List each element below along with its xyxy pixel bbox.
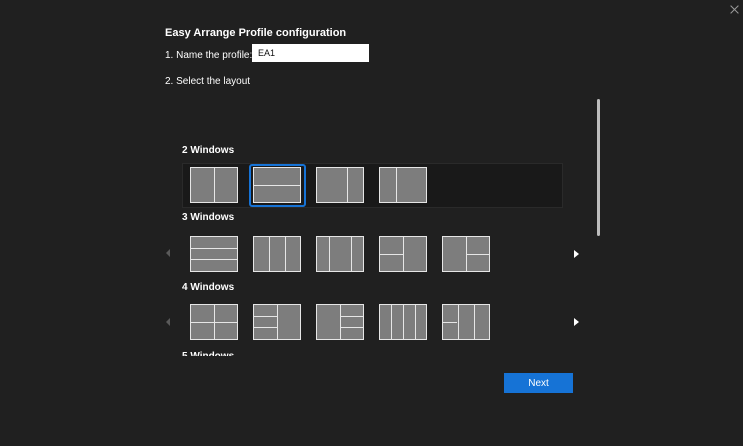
layout-3-rows[interactable] bbox=[190, 236, 238, 272]
group-label-5-windows: 5 Windows bbox=[182, 349, 234, 356]
layout-narrow-left-wide-right[interactable] bbox=[379, 167, 427, 203]
step2-label: 2. Select the layout bbox=[165, 76, 251, 87]
layout-left-3-rows-right-full[interactable] bbox=[253, 304, 301, 340]
chevron-right-icon[interactable] bbox=[574, 318, 579, 326]
group-label-2-windows: 2 Windows bbox=[182, 145, 235, 156]
layout-3-columns[interactable] bbox=[253, 236, 301, 272]
layout-wide-center-3-columns[interactable] bbox=[316, 236, 364, 272]
chevron-right-icon[interactable] bbox=[574, 250, 579, 258]
layout-left-split-right-full[interactable] bbox=[379, 236, 427, 272]
group-label-3-windows: 3 Windows bbox=[182, 212, 235, 223]
layout-left-split-center-right[interactable] bbox=[442, 304, 490, 340]
layout-2x2-grid[interactable] bbox=[190, 304, 238, 340]
close-icon[interactable] bbox=[729, 4, 741, 16]
profile-name-input[interactable] bbox=[252, 44, 369, 62]
layout-4-columns[interactable] bbox=[379, 304, 427, 340]
layout-left-full-right-split[interactable] bbox=[442, 236, 490, 272]
dialog-title: Easy Arrange Profile configuration bbox=[165, 27, 347, 39]
layout-2-rows[interactable] bbox=[253, 167, 301, 203]
layout-2-columns[interactable] bbox=[190, 167, 238, 203]
layout-left-full-right-3-rows[interactable] bbox=[316, 304, 364, 340]
layout-wide-left-narrow-right[interactable] bbox=[316, 167, 364, 203]
group-label-4-windows: 4 Windows bbox=[182, 282, 235, 293]
next-button[interactable]: Next bbox=[504, 373, 573, 393]
layout-row-2-windows bbox=[182, 163, 563, 208]
chevron-left-icon[interactable] bbox=[166, 318, 170, 326]
layout-scrollbar[interactable] bbox=[597, 99, 600, 236]
step1-label: 1. Name the profile: bbox=[165, 50, 253, 61]
chevron-left-icon[interactable] bbox=[166, 249, 170, 257]
